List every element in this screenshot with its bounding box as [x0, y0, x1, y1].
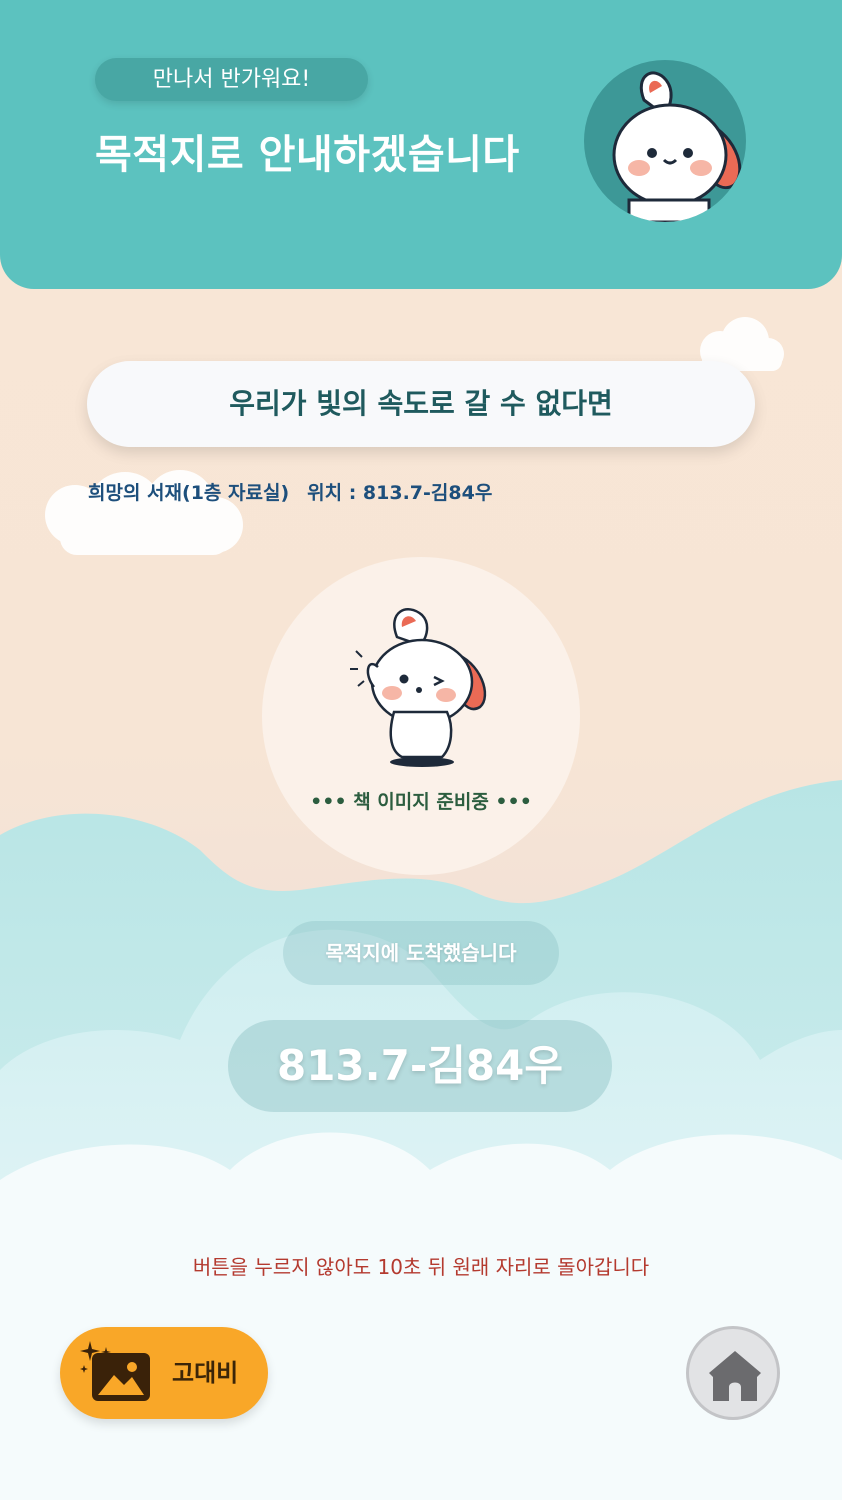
home-icon [709, 1351, 761, 1401]
contrast-image-icon [80, 1341, 154, 1409]
book-image-placeholder [262, 557, 580, 875]
call-number-label: 위치 : 813.7-김84우 [307, 482, 493, 504]
bunny-mascot-icon [612, 71, 742, 222]
call-number: 813.7-김84우 [228, 1020, 612, 1112]
high-contrast-button[interactable]: 고대비 [60, 1327, 268, 1419]
room-name: 희망의 서재(1층 자료실) [88, 482, 290, 504]
image-status: ••• 책 이미지 준비중 ••• [310, 791, 532, 813]
arrival-message: 목적지에 도착했습니다 [283, 921, 559, 985]
greeting-badge: 만나서 반가워요! [95, 58, 368, 101]
header-banner: 만나서 반가워요! 목적지로 안내하겠습니다 [0, 0, 842, 289]
mascot-avatar [584, 60, 746, 222]
auto-return-notice: 버튼을 누르지 않아도 10초 뒤 원래 자리로 돌아갑니다 [192, 1255, 650, 1279]
book-location: 희망의 서재(1층 자료실) 위치 : 813.7-김84우 [88, 478, 510, 505]
waving-bunny-icon [350, 608, 487, 767]
book-title: 우리가 빛의 속도로 갈 수 없다면 [87, 361, 755, 447]
page-title: 목적지로 안내하겠습니다 [95, 132, 520, 178]
home-button[interactable] [686, 1326, 780, 1420]
high-contrast-label: 고대비 [172, 1359, 239, 1387]
